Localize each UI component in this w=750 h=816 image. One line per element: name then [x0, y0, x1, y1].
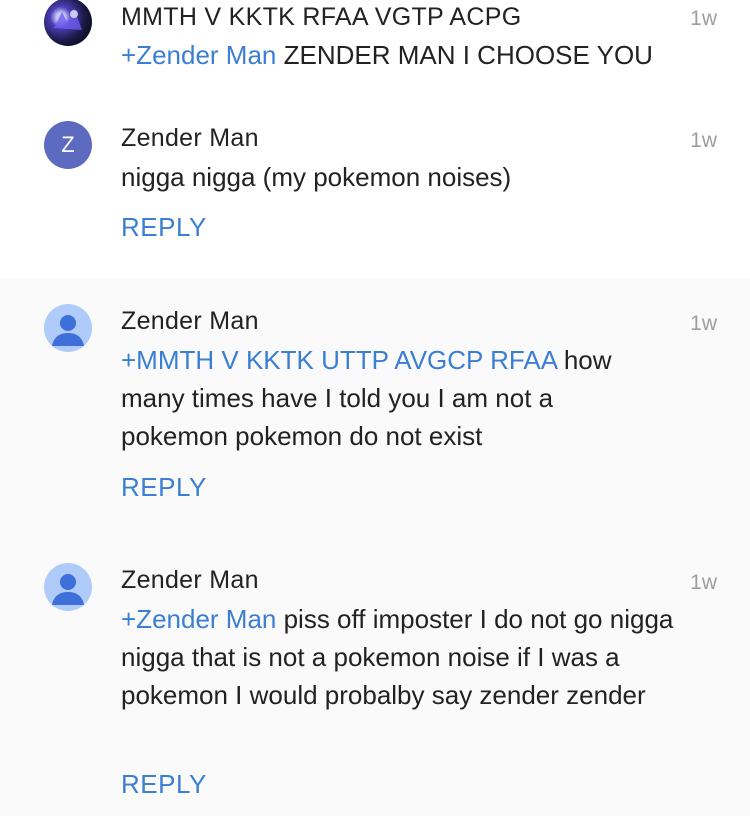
comment-text: ZENDER MAN I CHOOSE YOU	[276, 40, 653, 70]
comment-body: +Zender Man piss off imposter I do not g…	[121, 600, 706, 714]
avatar[interactable]	[44, 0, 92, 46]
comment-timestamp: 1w	[690, 571, 717, 594]
photo-avatar-icon	[54, 8, 82, 30]
reply-button[interactable]: REPLY	[121, 472, 207, 503]
mention-link[interactable]: +Zender Man	[121, 40, 276, 70]
comment-timestamp: 1w	[690, 312, 717, 335]
comment-author[interactable]: Zender Man	[121, 307, 259, 336]
reply-button[interactable]: REPLY	[121, 212, 207, 243]
comment-body: +Zender Man ZENDER MAN I CHOOSE YOU	[121, 36, 721, 74]
mention-link[interactable]: +MMTH V KKTK UTTP AVGCP RFAA	[121, 345, 557, 375]
avatar[interactable]	[44, 563, 92, 611]
comment-author[interactable]: Zender Man	[121, 566, 259, 595]
comment-text: nigga nigga (my pokemon noises)	[121, 162, 512, 192]
comment-timestamp: 1w	[690, 7, 717, 30]
mention-link[interactable]: +Zender Man	[121, 604, 276, 634]
person-icon	[52, 574, 84, 605]
comment-author[interactable]: MMTH V KKTK RFAA VGTP ACPG	[121, 3, 521, 32]
person-icon	[52, 315, 84, 346]
comment-author[interactable]: Zender Man	[121, 124, 259, 153]
reply-button[interactable]: REPLY	[121, 769, 207, 800]
avatar[interactable]	[44, 304, 92, 352]
comment-body: nigga nigga (my pokemon noises)	[121, 158, 721, 196]
comment-timestamp: 1w	[690, 129, 717, 152]
comment-body: +MMTH V KKTK UTTP AVGCP RFAA how many ti…	[121, 341, 666, 455]
avatar[interactable]: Z	[44, 121, 92, 169]
avatar-letter: Z	[61, 132, 75, 157]
